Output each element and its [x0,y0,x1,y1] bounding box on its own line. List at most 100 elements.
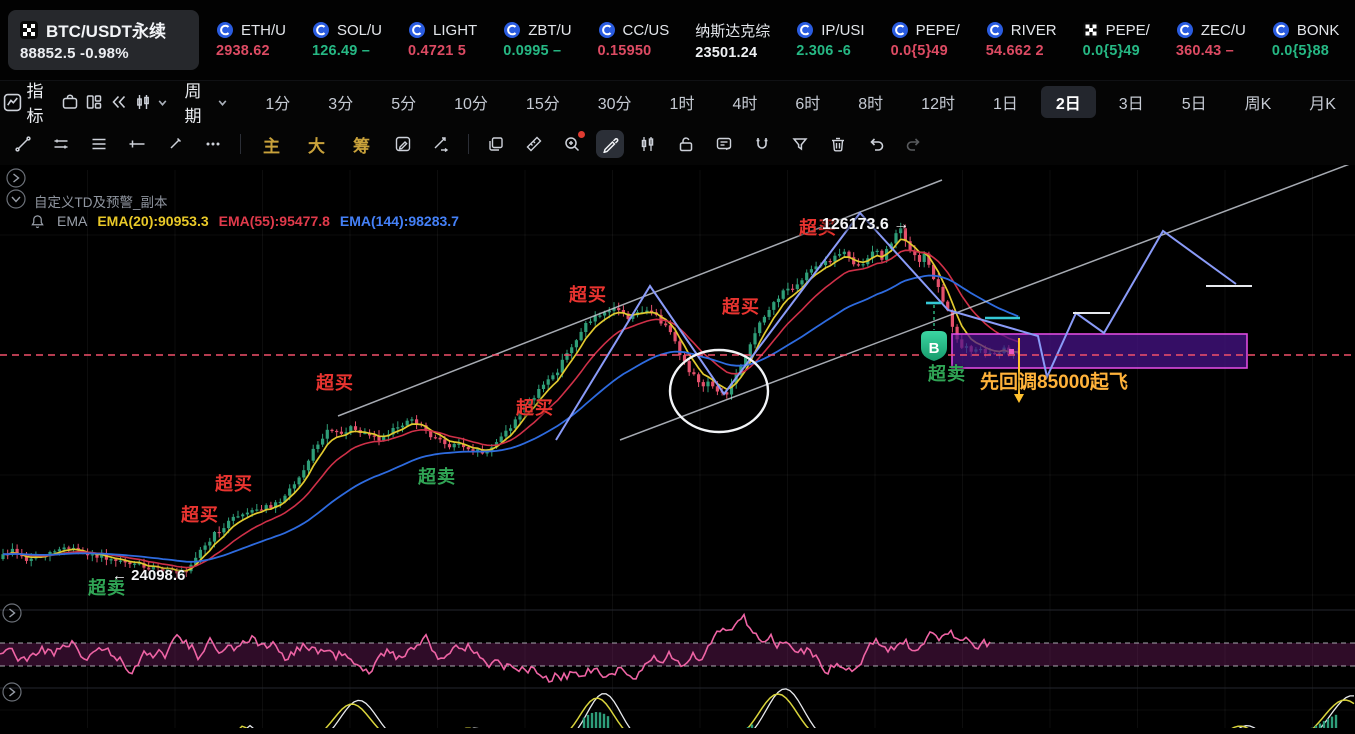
ema-line [2,249,1019,569]
trend-line-tool-icon[interactable] [9,130,37,158]
more-tools-icon[interactable] [199,130,227,158]
selected-symbol-tile[interactable]: BTC/USDT永续 88852.5 -0.98% [8,10,199,70]
redo-icon[interactable] [900,130,928,158]
divider [240,134,241,154]
chevron-down-icon[interactable] [217,97,228,108]
timeframe-30分[interactable]: 30分 [583,86,647,118]
coin-logo-icon [1272,21,1290,39]
chart-area[interactable]: B 自定义TD及预警_副本 EMA EMA(20):90953.3 EMA(55… [0,165,1355,734]
drawing-toolbar: 主 大 筹 [0,123,1355,165]
ruler-icon[interactable] [520,130,548,158]
timeframe-月K[interactable]: 月K [1294,86,1351,118]
low-price-label: ← 24098.6 [112,567,186,584]
collapse-toggle-icon[interactable] [6,189,26,209]
ticker-item[interactable]: PEPE/0.0{5}49 [878,21,973,60]
high-price-label: 126173.6 → [822,216,910,233]
supply-zone-box[interactable] [951,333,1248,369]
window-edge [0,728,1355,734]
unlock-icon[interactable] [672,130,700,158]
collapse-toggle-icon[interactable] [6,168,26,188]
parallel-lines-tool-icon[interactable] [47,130,75,158]
indicator-chart-icon[interactable] [2,88,23,116]
ticker-item[interactable]: RIVER 54.662 2 [973,21,1070,60]
ticker-item[interactable]: ETH/U 2938.62 [203,21,299,60]
ticker-price: 0.15950 [597,43,652,59]
filter-funnel-icon[interactable] [786,130,814,158]
indicator-title[interactable]: 自定义TD及预警_副本 [34,191,168,211]
timeframe-4时[interactable]: 4时 [717,86,772,118]
ticker-symbol: SOL/U [337,21,383,39]
timeframe-1日[interactable]: 1日 [978,86,1033,118]
trading-app: BTC/USDT永续 88852.5 -0.98% ETH/U 2938.62 SO… [0,0,1355,734]
coin-logo-icon [986,21,1004,39]
timeframe-toolbar: 指标 周期 1分 3分 5分 10分 15分 30分 1时 4时 6时 8时 12时 1日 2日 3日 5日… [0,81,1355,126]
timeframe-5日[interactable]: 5日 [1167,86,1222,118]
ticker-list: ETH/U 2938.62 SOL/U 126.49 – LIGHT 0.4721 5 ZB… [203,0,1355,80]
ticker-item[interactable]: SOL/U 126.49 – [299,21,395,60]
candle-style-icon[interactable] [133,88,154,116]
collapse-toggle-icon[interactable] [2,682,22,702]
ticker-item[interactable]: PEPE/0.0{5}49 [1070,22,1163,59]
annotation-note[interactable]: 先回调85000起飞 [980,367,1128,394]
ticker-item[interactable]: CC/US 0.15950 [585,21,683,60]
timeframe-10分[interactable]: 10分 [439,86,503,118]
trash-icon[interactable] [824,130,852,158]
ticker-price: 0.0{5}49 [1082,42,1140,59]
timeframe-15分[interactable]: 15分 [511,86,575,118]
divider [468,134,469,154]
ticker-item[interactable]: BONK 0.0{5}88 [1259,21,1353,60]
ticker-price: 360.43 – [1175,43,1234,59]
big-chart-button[interactable]: 大 [294,132,339,157]
zoom-in-icon[interactable] [558,130,586,158]
chevron-down-icon[interactable] [157,97,168,108]
note-icon[interactable] [710,130,738,158]
ticker-price: 0.0{5}88 [1271,43,1330,59]
main-chart-button[interactable]: 主 [249,132,294,157]
measure-line-icon[interactable] [427,130,455,158]
coin-logo-icon [1176,21,1194,39]
copy-drawing-icon[interactable] [482,130,510,158]
ticker-symbol: LIGHT [433,21,478,39]
chart-canvas[interactable]: B [0,165,1355,734]
brush-tool-icon[interactable] [596,130,624,158]
buy-marker-letter: B [929,340,940,357]
rewind-icon[interactable] [108,88,129,116]
chips-button[interactable]: 筹 [339,132,384,157]
ticker-item[interactable]: LIGHT 0.4721 5 [395,21,490,60]
okx-checker-icon [20,20,38,39]
briefcase-icon[interactable] [59,88,80,116]
ticker-price: 126.49 – [312,43,371,59]
ticker-item[interactable]: 纳斯达克综 23501.24 [682,20,783,61]
indicator-label[interactable]: 指标 [27,77,52,127]
timeframe-5分[interactable]: 5分 [376,86,431,118]
ticker-item[interactable]: IP/USI 2.306 -6 [783,21,877,60]
ticker-item[interactable]: ZEC/U 360.43 – [1163,21,1259,60]
alert-bell-icon[interactable] [30,214,45,229]
layout-icon[interactable] [84,88,105,116]
period-label[interactable]: 周期 [184,77,209,127]
ticker-item[interactable]: ZBT/U 0.0995 – [490,21,584,60]
horizontal-ray-tool-icon[interactable] [123,130,151,158]
timeframe-1分[interactable]: 1分 [250,86,305,118]
coin-logo-icon [312,21,330,39]
timeframe-1时[interactable]: 1时 [655,86,710,118]
timeframe-3日[interactable]: 3日 [1104,86,1159,118]
ticker-symbol: RIVER [1010,21,1057,39]
undo-icon[interactable] [862,130,890,158]
template-edit-icon[interactable] [389,130,417,158]
ticker-price: 2938.62 [216,43,270,59]
timeframe-周K[interactable]: 周K [1230,86,1287,118]
coin-logo-icon [408,21,426,39]
short-line-tool-icon[interactable] [161,130,189,158]
magnet-icon[interactable] [748,130,776,158]
timeframe-6时[interactable]: 6时 [780,86,835,118]
timeframe-8时[interactable]: 8时 [843,86,898,118]
ticker-symbol: CC/US [622,21,670,39]
timeframe-12时[interactable]: 12时 [906,86,970,118]
timeframe-3分[interactable]: 3分 [313,86,368,118]
timeframe-2日[interactable]: 2日 [1040,86,1096,118]
candles-tool-icon[interactable] [634,130,662,158]
drawing-anchor [1009,349,1014,354]
collapse-toggle-icon[interactable] [2,603,22,623]
horizontal-lines-tool-icon[interactable] [85,130,113,158]
